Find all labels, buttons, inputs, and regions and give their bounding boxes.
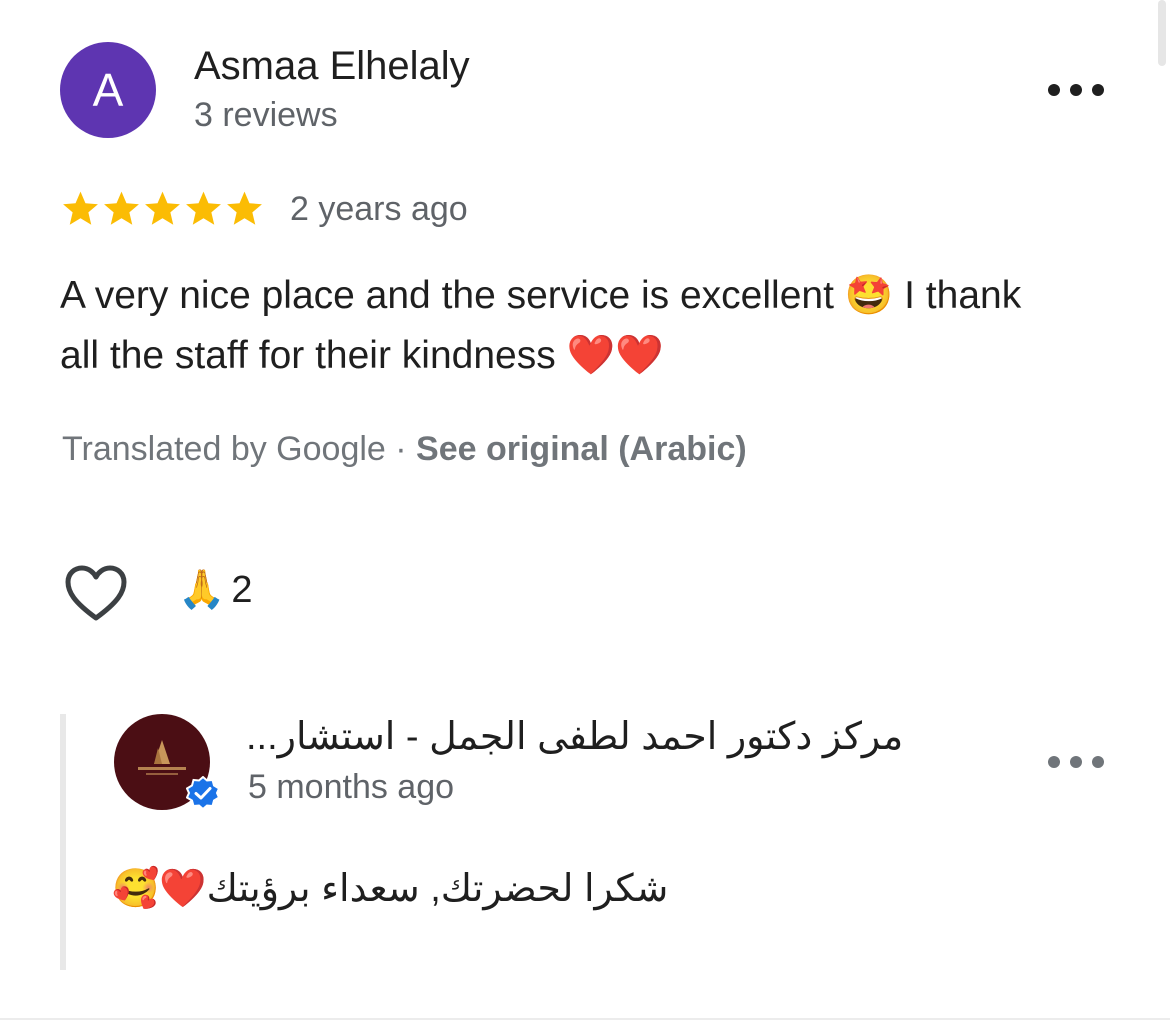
translation-note: Translated by Google · See original (Ara…: [62, 430, 747, 469]
rating-row: 2 years ago: [60, 188, 468, 230]
translated-by-label: Translated by Google: [62, 430, 386, 468]
star-icon: [145, 191, 180, 225]
owner-name[interactable]: مركز دكتور احمد لطفى الجمل - استشار...: [246, 714, 946, 759]
star-icon: [104, 191, 139, 225]
reviewer-name[interactable]: Asmaa Elhelaly: [194, 44, 470, 89]
reply-indent-bar: [60, 714, 66, 970]
scrollbar[interactable]: [1158, 0, 1166, 66]
reply-text: شكرا لحضرتك, سعداء برؤيتك❤️🥰: [112, 868, 669, 910]
review-time: 2 years ago: [290, 189, 468, 228]
heart-outline-icon: [65, 565, 127, 621]
separator: ·: [385, 430, 417, 468]
verified-check-icon: [186, 776, 220, 810]
reaction-count: 2: [231, 568, 253, 611]
review-text: A very nice place and the service is exc…: [60, 274, 1022, 377]
pray-emoji-icon: 🙏: [178, 569, 226, 611]
reaction-summary[interactable]: 🙏 2: [178, 568, 252, 612]
star-icon: [227, 191, 262, 225]
review-card: A Asmaa Elhelaly 3 reviews 2 years ago A…: [0, 0, 1170, 1022]
divider: [0, 1018, 1170, 1020]
avatar-letter: A: [92, 64, 124, 116]
more-horizontal-icon: [1048, 756, 1060, 768]
reviewer-avatar[interactable]: A: [60, 42, 156, 138]
more-horizontal-icon: [1048, 84, 1060, 96]
review-more-options-button[interactable]: [1048, 78, 1104, 102]
reviewer-review-count: 3 reviews: [194, 96, 338, 134]
star-icon: [186, 191, 221, 225]
reply-time: 5 months ago: [248, 768, 455, 806]
star-icon: [63, 191, 98, 225]
see-original-link[interactable]: See original (Arabic): [416, 430, 747, 468]
reply-more-options-button[interactable]: [1048, 750, 1104, 774]
like-button[interactable]: [64, 564, 128, 624]
star-rating: [60, 188, 265, 230]
